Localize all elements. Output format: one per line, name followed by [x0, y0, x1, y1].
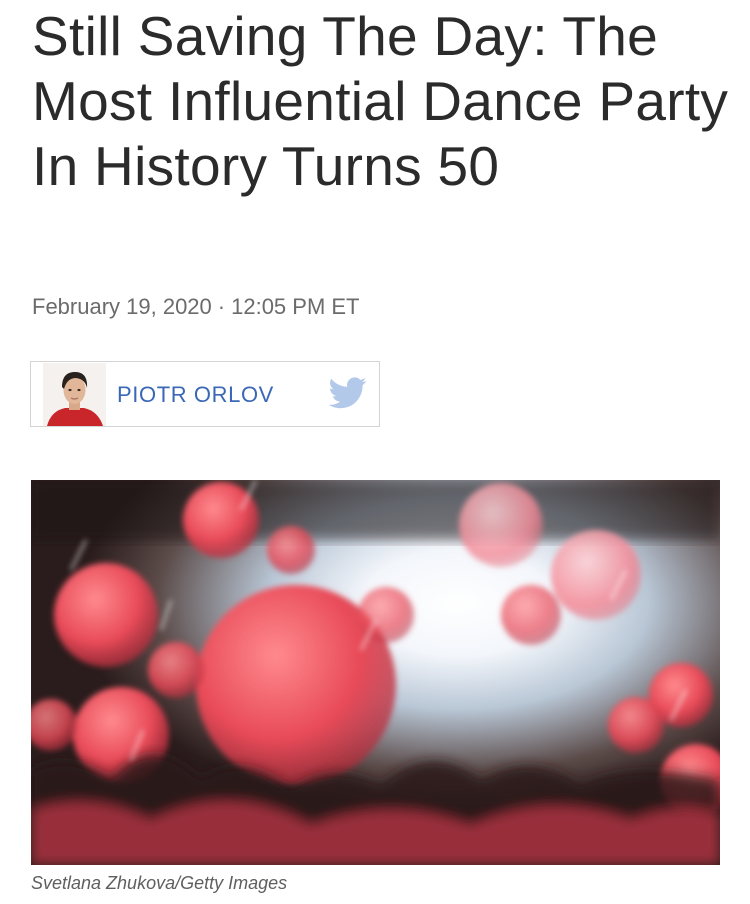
twitter-bird-icon[interactable] — [328, 376, 367, 410]
author-name-link[interactable]: PIOTR ORLOV — [117, 381, 274, 409]
image-credit: Svetlana Zhukova/Getty Images — [31, 873, 288, 893]
article-date: February 19, 2020 — [32, 294, 212, 319]
author-avatar[interactable] — [43, 363, 106, 426]
dateline-separator: · — [217, 294, 226, 319]
author-byline-card: PIOTR ORLOV — [30, 361, 380, 427]
article-time: 12:05 PM ET — [231, 294, 360, 319]
article-dateline: February 19, 2020 · 12:05 PM ET — [32, 292, 360, 322]
hero-image-dance-party-balloons — [31, 480, 720, 865]
article-headline: Still Saving The Day: The Most Influenti… — [32, 5, 729, 197]
